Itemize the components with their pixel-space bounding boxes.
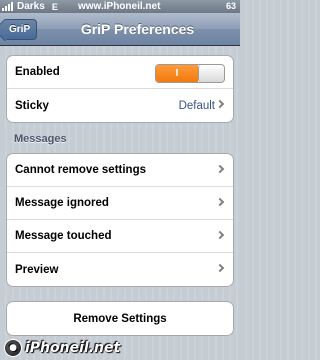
sticky-label: Sticky bbox=[15, 99, 49, 112]
section-header-messages: Messages bbox=[14, 133, 67, 145]
message-row-label: Preview bbox=[15, 263, 59, 276]
chevron-right-icon bbox=[215, 99, 225, 109]
settings-group-messages: Cannot remove settings Message ignored M… bbox=[6, 153, 234, 287]
navigation-bar: GriP GriP Preferences bbox=[0, 13, 240, 46]
battery-level: 63 bbox=[225, 1, 236, 11]
toggle-on-indicator: I bbox=[156, 65, 198, 82]
status-site-text: www.iPhoneil.net bbox=[78, 1, 161, 12]
status-bar: Darks E www.iPhoneil.net 63 bbox=[0, 0, 240, 13]
apple-logo-icon: ● bbox=[4, 339, 22, 357]
message-row-ignored[interactable]: Message ignored bbox=[7, 187, 233, 220]
back-button[interactable]: GriP bbox=[5, 19, 37, 40]
network-type-icon: E bbox=[51, 1, 58, 12]
message-row-touched[interactable]: Message touched bbox=[7, 220, 233, 253]
message-row-preview[interactable]: Preview bbox=[7, 253, 233, 286]
enabled-row: Enabled I bbox=[7, 56, 233, 89]
signal-strength-icon bbox=[2, 2, 13, 11]
sticky-row[interactable]: Sticky Default bbox=[7, 89, 233, 122]
watermark-text: iPhoneil.net bbox=[25, 340, 121, 356]
settings-group-general: Enabled I Sticky Default bbox=[6, 55, 234, 123]
message-row-label: Cannot remove settings bbox=[15, 164, 146, 176]
sticky-value: Default bbox=[178, 99, 215, 112]
remove-settings-label: Remove Settings bbox=[73, 312, 167, 325]
carrier-name: Darks bbox=[17, 1, 45, 12]
back-button-label: GriP bbox=[9, 24, 31, 35]
message-row-cannot-remove[interactable]: Cannot remove settings bbox=[7, 154, 233, 187]
message-row-label: Message ignored bbox=[15, 197, 109, 209]
toggle-knob bbox=[198, 65, 224, 82]
page-title: GriP Preferences bbox=[80, 21, 195, 37]
enabled-toggle[interactable]: I bbox=[155, 64, 225, 83]
remove-settings-group: Remove Settings bbox=[6, 301, 234, 336]
remove-settings-button[interactable]: Remove Settings bbox=[7, 302, 233, 335]
watermark-logo: ● iPhoneil.net bbox=[4, 338, 120, 358]
message-row-label: Message touched bbox=[15, 230, 112, 242]
